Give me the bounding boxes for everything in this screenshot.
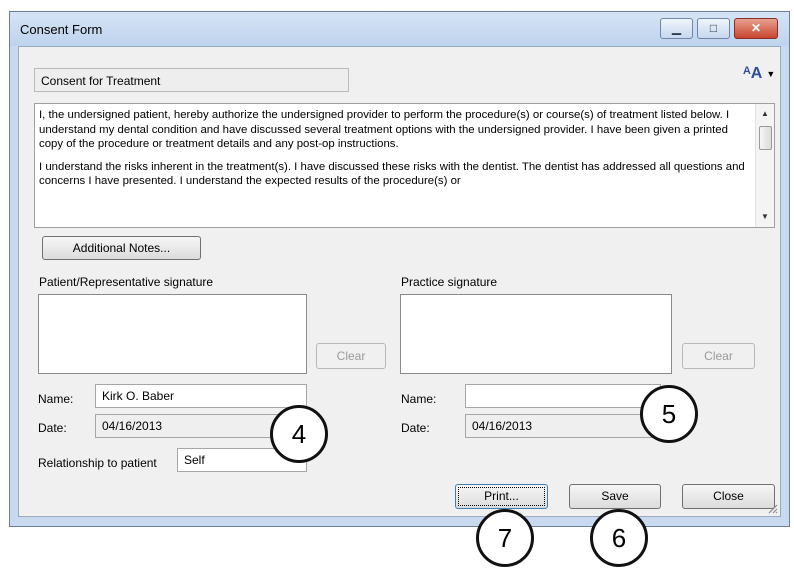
consent-form-window: Consent Form ▁ □ ✕ Consent for Treatment… (9, 11, 790, 527)
title-bar[interactable]: Consent Form ▁ □ ✕ (10, 12, 789, 46)
consent-paragraph: I understand the risks inherent in the t… (39, 160, 745, 188)
spellcheck-glyph: ᴬA (743, 65, 763, 82)
practice-date-field: 04/16/2013 (465, 414, 661, 438)
practice-clear-button[interactable]: Clear (682, 343, 755, 369)
practice-signature-label: Practice signature (401, 275, 498, 289)
form-body: Consent for Treatment ᴬA ▼ I, the undersi… (18, 46, 781, 517)
additional-notes-button[interactable]: Additional Notes... (42, 236, 201, 260)
close-button[interactable]: Close (682, 484, 775, 509)
window-title: Consent Form (20, 22, 103, 37)
consent-form-title: Consent for Treatment (34, 68, 349, 92)
callout-badge-6: 6 (590, 509, 648, 567)
chevron-down-icon: ▼ (766, 68, 776, 79)
patient-signature-pad[interactable] (38, 294, 307, 374)
practice-name-field[interactable] (465, 384, 661, 408)
callout-badge-7: 7 (476, 509, 534, 567)
relationship-label: Relationship to patient (38, 456, 157, 470)
save-button[interactable]: Save (569, 484, 661, 509)
scrollbar-thumb[interactable] (759, 126, 772, 150)
spellcheck-icon[interactable]: ᴬA ▼ (743, 65, 775, 83)
patient-signature-label: Patient/Representative signature (39, 275, 214, 289)
print-button[interactable]: Print... (455, 484, 548, 509)
callout-badge-4: 4 (270, 405, 328, 463)
patient-clear-button[interactable]: Clear (316, 343, 386, 369)
patient-name-field[interactable]: Kirk O. Baber (95, 384, 307, 408)
scroll-up-icon[interactable]: ▲ (756, 106, 774, 122)
scroll-down-icon[interactable]: ▼ (756, 209, 774, 225)
minimize-button[interactable]: ▁ (660, 18, 693, 39)
resize-grip-icon[interactable] (766, 502, 778, 514)
consent-paragraph: I, the undersigned patient, hereby autho… (39, 109, 730, 150)
callout-badge-5: 5 (640, 385, 698, 443)
close-window-button[interactable]: ✕ (734, 18, 778, 39)
patient-date-label: Date: (38, 421, 67, 435)
maximize-button[interactable]: □ (697, 18, 730, 39)
practice-date-label: Date: (401, 421, 430, 435)
patient-name-label: Name: (38, 392, 74, 406)
practice-name-label: Name: (401, 392, 437, 406)
practice-signature-pad[interactable] (400, 294, 672, 374)
vertical-scrollbar[interactable]: ▲ ▼ (755, 104, 774, 227)
consent-text-area[interactable]: I, the undersigned patient, hereby autho… (34, 103, 775, 228)
